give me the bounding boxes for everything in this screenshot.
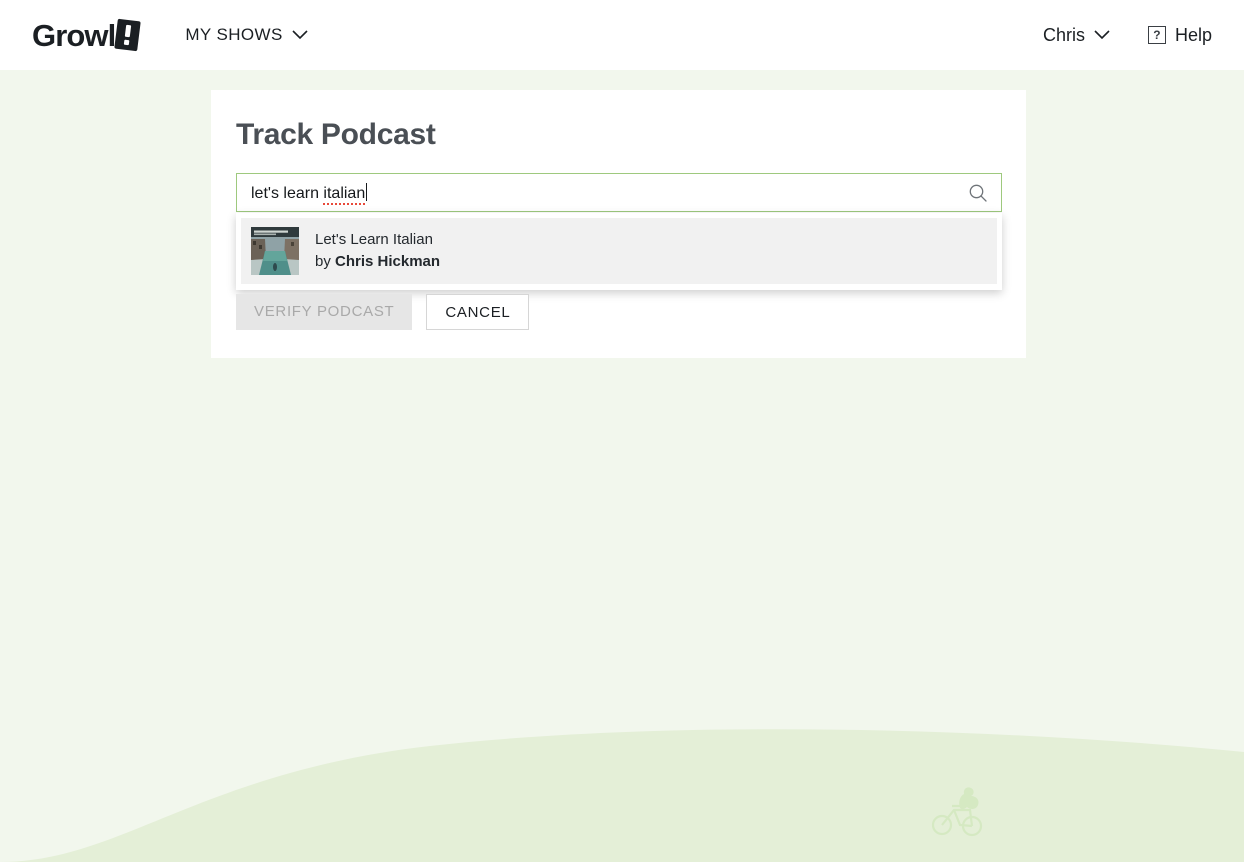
user-menu-label: Chris <box>1042 24 1085 45</box>
result-meta: Let's Learn Italian by Chris Hickman <box>315 229 440 273</box>
list-item[interactable]: Let's Learn Italian by Chris Hickman <box>241 218 997 284</box>
app-header: Growl MY SHOWS Chris ? Help <box>0 0 1244 70</box>
result-author-name: Chris Hickman <box>335 253 441 270</box>
chevron-down-icon <box>1094 30 1110 40</box>
header-right-group: Chris ? Help <box>1043 25 1212 46</box>
help-label: Help <box>1174 24 1212 45</box>
nav-my-shows-label: MY SHOWS <box>185 25 283 44</box>
squirrel-on-bicycle-icon <box>931 787 983 837</box>
search-results-dropdown: Let's Learn Italian by Chris Hickman <box>236 213 1002 290</box>
search-input[interactable]: let's learn italian <box>236 173 1002 212</box>
question-mark-icon: ? <box>1147 26 1166 44</box>
podcast-thumbnail <box>251 227 299 275</box>
brand-wordmark: Growl <box>32 17 116 53</box>
venice-canal-artwork <box>251 227 299 275</box>
page-title: Track Podcast <box>236 118 436 151</box>
user-menu[interactable]: Chris <box>1043 25 1110 46</box>
result-author-prefix: by <box>315 253 336 270</box>
chevron-down-icon <box>292 30 308 40</box>
search-text-misspelled: italian <box>323 184 366 205</box>
search-icon[interactable] <box>968 183 988 203</box>
exclamation-mark-logo-icon <box>114 18 142 52</box>
card-actions: VERIFY PODCAST CANCEL <box>236 294 530 330</box>
background-decoration <box>0 729 1244 862</box>
help-link[interactable]: ? Help <box>1147 24 1212 46</box>
search-input-value: let's learn italian <box>237 182 368 205</box>
verify-podcast-button[interactable]: VERIFY PODCAST <box>236 294 413 330</box>
text-cursor <box>366 182 368 201</box>
squirrel-body <box>959 787 979 810</box>
result-author: by Chris Hickman <box>315 251 440 273</box>
brand-logo[interactable]: Growl <box>32 17 142 53</box>
search-text-plain: let's learn <box>251 184 324 202</box>
cancel-button[interactable]: CANCEL <box>426 294 530 330</box>
search-area: let's learn italian Let's Learn Italian … <box>236 173 1002 290</box>
hill-shape <box>0 729 1244 862</box>
nav-my-shows[interactable]: MY SHOWS <box>185 25 308 45</box>
result-title: Let's Learn Italian <box>315 231 433 249</box>
